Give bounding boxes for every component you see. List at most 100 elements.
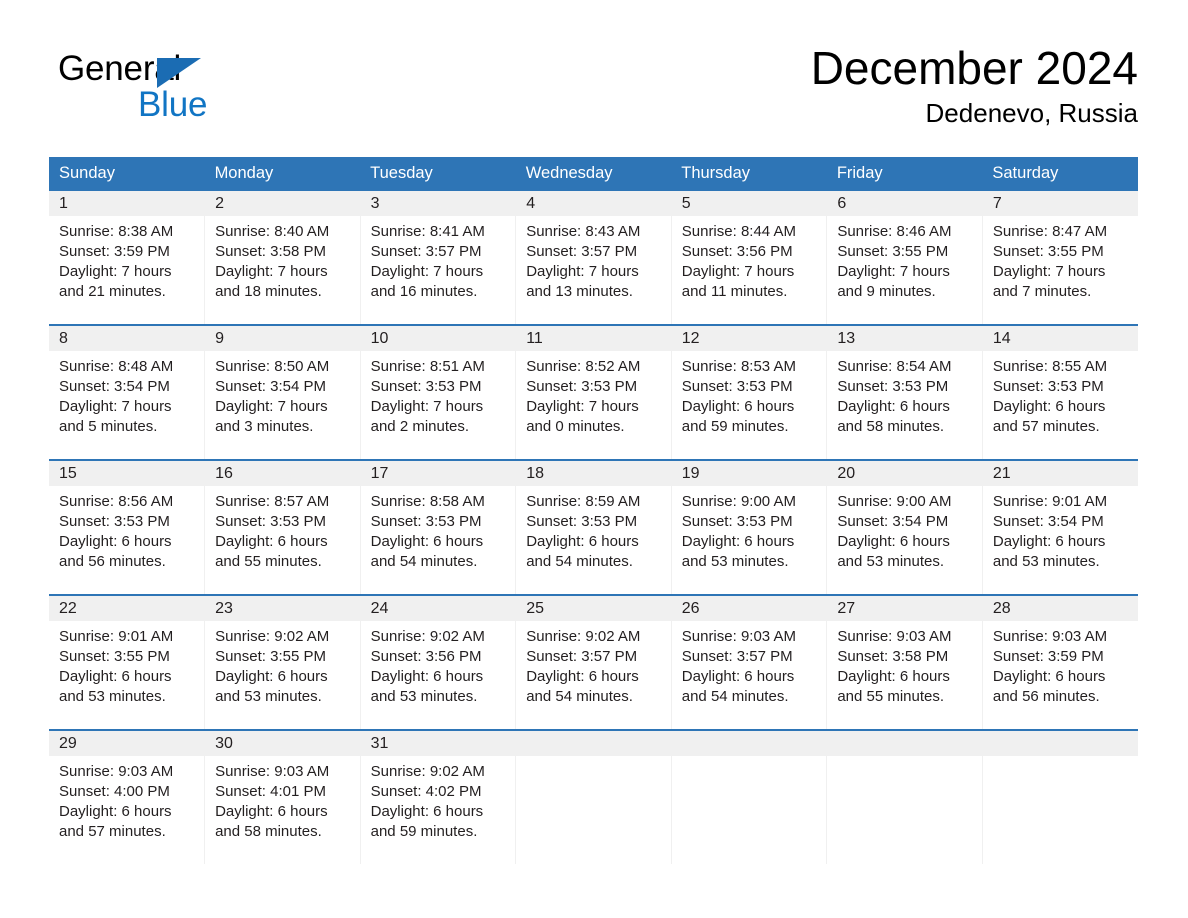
calendar-week-row: 15 Sunrise: 8:56 AM Sunset: 3:53 PM Dayligh… <box>49 459 1138 595</box>
daylight-text-line1: Daylight: 6 hours <box>59 533 172 550</box>
day-number: 23 <box>215 600 233 617</box>
calendar-day-cell[interactable]: 22 Sunrise: 9:01 AM Sunset: 3:55 PM Dayligh… <box>49 594 205 730</box>
daylight-text-line2: and 58 minutes. <box>215 823 322 840</box>
daylight-text-line2: and 9 minutes. <box>837 283 936 300</box>
sunrise-text: Sunrise: 8:46 AM <box>837 223 952 240</box>
calendar-day-cell[interactable]: 29 Sunrise: 9:03 AM Sunset: 4:00 PM Dayligh… <box>49 729 205 864</box>
calendar-day-cell[interactable]: 27 Sunrise: 9:03 AM Sunset: 3:58 PM Dayligh… <box>826 594 983 730</box>
calendar-day-cell[interactable]: 14 Sunrise: 8:55 AM Sunset: 3:53 PM Dayligh… <box>981 324 1138 460</box>
day-number: 24 <box>370 600 389 617</box>
sunset-text: Sunset: 3:53 PM <box>370 513 482 530</box>
sunset-text: Sunset: 3:53 PM <box>215 513 326 530</box>
calendar-day-cell[interactable]: 9 Sunrise: 8:50 AM Sunset: 3:54 PM Daylight… <box>204 324 361 460</box>
sunrise-text: Sunrise: 8:47 AM <box>992 223 1108 240</box>
calendar-day-cell[interactable]: 11 Sunrise: 8:52 AM Sunset: 3:53 PM Dayligh… <box>515 324 672 460</box>
day-number: 26 <box>681 600 700 617</box>
calendar-header-row: Sunday Monday Tuesday Wednesday Thursday… <box>49 157 1138 191</box>
sunset-text: Sunset: 3:54 PM <box>837 513 949 530</box>
daylight-text-line1: Daylight: 6 hours <box>681 668 795 685</box>
calendar-day-cell[interactable]: 20 Sunrise: 9:00 AM Sunset: 3:54 PM Dayligh… <box>826 459 983 595</box>
daylight-text-line1: Daylight: 6 hours <box>837 398 950 415</box>
calendar-day-cell[interactable]: 2 Sunrise: 8:40 AM Sunset: 3:58 PM Daylight… <box>204 191 361 325</box>
daylight-text-line2: and 57 minutes. <box>992 418 1100 435</box>
calendar-day-cell[interactable]: 25 Sunrise: 9:02 AM Sunset: 3:57 PM Dayligh… <box>515 594 672 730</box>
sunrise-text: Sunrise: 9:01 AM <box>59 628 174 645</box>
sunrise-sunset-calendar: Sunday Monday Tuesday Wednesday Thursday… <box>49 157 1138 864</box>
day-number: 6 <box>837 195 847 212</box>
page-header: General Blue December 2024 Dedenevo, Rus… <box>49 40 1138 148</box>
sunrise-text: Sunrise: 9:00 AM <box>837 493 952 510</box>
sunset-text: Sunset: 3:57 PM <box>526 243 638 260</box>
daylight-text-line2: and 21 minutes. <box>59 283 166 300</box>
daylight-text-line2: and 0 minutes. <box>526 418 625 435</box>
daylight-text-line1: Daylight: 7 hours <box>681 263 795 280</box>
daylight-text-line2: and 16 minutes. <box>370 283 478 300</box>
calendar-day-cell[interactable]: 19 Sunrise: 9:00 AM Sunset: 3:53 PM Dayligh… <box>670 459 827 595</box>
sunset-text: Sunset: 3:53 PM <box>526 378 638 395</box>
daylight-text-line2: and 56 minutes. <box>59 553 166 570</box>
daylight-text-line1: Daylight: 6 hours <box>837 533 950 550</box>
sunrise-text: Sunrise: 8:48 AM <box>59 358 174 375</box>
day-number: 31 <box>370 735 389 752</box>
calendar-day-cell[interactable]: 13 Sunrise: 8:54 AM Sunset: 3:53 PM Dayligh… <box>826 324 983 460</box>
calendar-day-cell[interactable]: 10 Sunrise: 8:51 AM Sunset: 3:53 PM Dayligh… <box>359 324 516 460</box>
calendar-day-cell[interactable]: 16 Sunrise: 8:57 AM Sunset: 3:53 PM Dayligh… <box>204 459 361 595</box>
sunset-text: Sunset: 3:55 PM <box>215 648 326 665</box>
calendar-day-cell[interactable]: 23 Sunrise: 9:02 AM Sunset: 3:55 PM Dayligh… <box>204 594 361 730</box>
daylight-text-line1: Daylight: 6 hours <box>370 533 484 550</box>
calendar-day-cell[interactable]: 7 Sunrise: 8:47 AM Sunset: 3:55 PM Daylight… <box>981 191 1138 325</box>
calendar-day-cell[interactable]: 26 Sunrise: 9:03 AM Sunset: 3:57 PM Dayligh… <box>670 594 827 730</box>
calendar-day-cell[interactable]: 3 Sunrise: 8:41 AM Sunset: 3:57 PM Daylight… <box>359 191 516 325</box>
weekday-header-thursday: Thursday <box>671 157 827 191</box>
daylight-text-line1: Daylight: 7 hours <box>526 398 639 415</box>
calendar-day-cell[interactable]: 6 Sunrise: 8:46 AM Sunset: 3:55 PM Daylight… <box>826 191 983 325</box>
daylight-text-line2: and 53 minutes. <box>215 688 322 705</box>
day-number: 15 <box>59 465 77 482</box>
calendar-day-cell[interactable]: 17 Sunrise: 8:58 AM Sunset: 3:53 PM Dayligh… <box>359 459 516 595</box>
sunrise-text: Sunrise: 8:43 AM <box>526 223 641 240</box>
calendar-day-cell[interactable]: 24 Sunrise: 9:02 AM Sunset: 3:56 PM Dayligh… <box>359 594 516 730</box>
calendar-day-cell[interactable]: 5 Sunrise: 8:44 AM Sunset: 3:56 PM Daylight… <box>670 191 827 325</box>
sunset-text: Sunset: 3:58 PM <box>837 648 949 665</box>
sunset-text: Sunset: 3:55 PM <box>837 243 949 260</box>
day-number: 16 <box>215 465 233 482</box>
weekday-header-sunday: Sunday <box>49 157 205 191</box>
generalblue-logo: General Blue <box>58 49 318 139</box>
calendar-day-cell[interactable]: 21 Sunrise: 9:01 AM Sunset: 3:54 PM Dayligh… <box>981 459 1138 595</box>
calendar-day-cell[interactable]: 8 Sunrise: 8:48 AM Sunset: 3:54 PM Daylight… <box>49 324 205 460</box>
logo-triangle-icon <box>157 58 201 88</box>
calendar-day-cell[interactable]: 12 Sunrise: 8:53 AM Sunset: 3:53 PM Dayligh… <box>670 324 827 460</box>
weekday-header-tuesday: Tuesday <box>360 157 516 191</box>
calendar-day-cell[interactable]: 4 Sunrise: 8:43 AM Sunset: 3:57 PM Daylight… <box>515 191 672 325</box>
day-number: 14 <box>992 330 1011 347</box>
daylight-text-line1: Daylight: 6 hours <box>59 803 172 820</box>
sunrise-text: Sunrise: 9:02 AM <box>370 763 485 780</box>
day-number: 17 <box>370 465 389 482</box>
sunset-text: Sunset: 3:53 PM <box>526 513 638 530</box>
day-number: 20 <box>837 465 856 482</box>
daylight-text-line2: and 53 minutes. <box>837 553 945 570</box>
calendar-day-cell-empty <box>826 729 983 864</box>
daylight-text-line2: and 18 minutes. <box>215 283 322 300</box>
calendar-day-cell[interactable]: 28 Sunrise: 9:03 AM Sunset: 3:59 PM Dayligh… <box>981 594 1138 730</box>
day-number: 3 <box>370 195 380 212</box>
calendar-day-cell[interactable]: 30 Sunrise: 9:03 AM Sunset: 4:01 PM Dayligh… <box>204 729 361 864</box>
sunrise-text: Sunrise: 8:52 AM <box>526 358 641 375</box>
calendar-day-cell[interactable]: 31 Sunrise: 9:02 AM Sunset: 4:02 PM Dayligh… <box>359 729 516 864</box>
calendar-day-cell[interactable]: 1 Sunrise: 8:38 AM Sunset: 3:59 PM Daylight… <box>49 191 205 325</box>
sunset-text: Sunset: 3:59 PM <box>992 648 1104 665</box>
calendar-day-cell[interactable]: 15 Sunrise: 8:56 AM Sunset: 3:53 PM Dayligh… <box>49 459 205 595</box>
sunset-text: Sunset: 3:53 PM <box>681 513 793 530</box>
daylight-text-line2: and 56 minutes. <box>992 688 1100 705</box>
day-number: 25 <box>526 600 544 617</box>
weekday-header-saturday: Saturday <box>982 157 1138 191</box>
daylight-text-line2: and 58 minutes. <box>837 418 945 435</box>
daylight-text-line2: and 53 minutes. <box>681 553 789 570</box>
sunset-text: Sunset: 3:55 PM <box>992 243 1104 260</box>
daylight-text-line1: Daylight: 6 hours <box>681 398 795 415</box>
day-number: 12 <box>681 330 700 347</box>
sunrise-text: Sunrise: 9:01 AM <box>992 493 1108 510</box>
sunset-text: Sunset: 3:54 PM <box>59 378 170 395</box>
calendar-day-cell[interactable]: 18 Sunrise: 8:59 AM Sunset: 3:53 PM Dayligh… <box>515 459 672 595</box>
daylight-text-line2: and 53 minutes. <box>370 688 478 705</box>
